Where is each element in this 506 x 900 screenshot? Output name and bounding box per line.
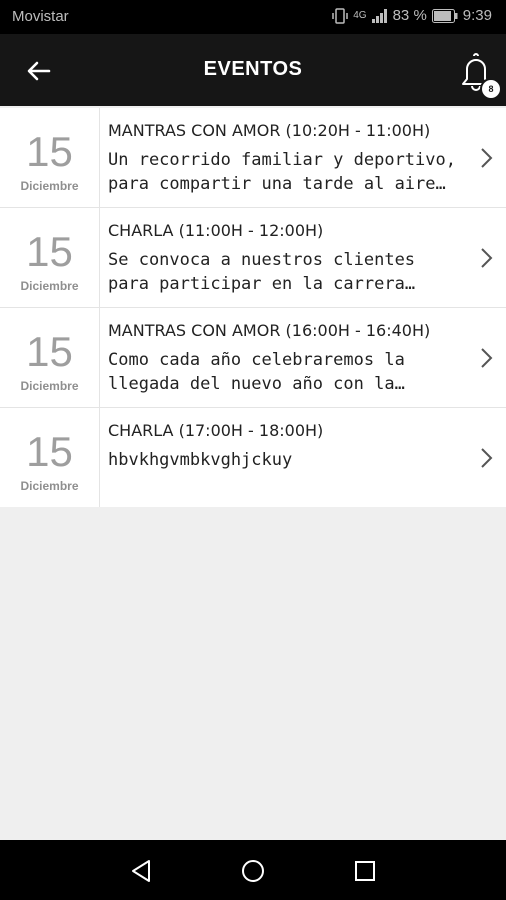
chevron-right-icon: [481, 348, 493, 368]
event-month: Diciembre: [20, 179, 79, 193]
event-title: CHARLA (17:00H - 18:00H): [108, 421, 324, 440]
event-day: 15: [26, 128, 73, 175]
event-description: hbvkhgvmbkvghjckuy: [108, 450, 293, 470]
event-date: 15 Diciembre: [0, 308, 100, 407]
battery-percent: 83 %: [392, 7, 427, 24]
system-nav-bar: [0, 840, 506, 900]
nav-home-button[interactable]: [238, 856, 268, 886]
event-month: Diciembre: [20, 279, 79, 293]
network-type: 4G: [353, 10, 367, 21]
square-recents-icon: [355, 861, 375, 881]
event-day: 15: [26, 428, 73, 475]
chevron-right-icon: [481, 248, 493, 268]
event-row[interactable]: 15 Diciembre MANTRAS CON AMOR (10:20H - …: [0, 108, 506, 208]
event-date: 15 Diciembre: [0, 108, 100, 207]
event-description: Como cada año celebraremos la llegada de…: [108, 350, 405, 394]
chevron-right-icon: [481, 448, 493, 468]
vibrate-icon: [332, 7, 348, 24]
carrier-label: Movistar: [12, 8, 69, 25]
signal-icon: [371, 8, 387, 23]
event-date: 15 Diciembre: [0, 208, 100, 307]
notification-badge: 8: [480, 78, 502, 100]
event-row[interactable]: 15 Diciembre CHARLA (17:00H - 18:00H) hb…: [0, 408, 506, 507]
chevron-right-icon: [481, 148, 493, 168]
clock: 9:39: [462, 7, 492, 24]
status-bar: Movistar 4G 83 % 9:39: [0, 0, 506, 34]
triangle-back-icon: [132, 860, 150, 882]
event-title: CHARLA (11:00H - 12:00H): [108, 221, 324, 240]
event-description: Se convoca a nuestros clientes para part…: [108, 250, 416, 294]
event-day: 15: [26, 228, 73, 275]
event-title: MANTRAS CON AMOR (10:20H - 11:00H): [108, 121, 431, 140]
event-month: Diciembre: [20, 479, 79, 493]
battery-icon: [431, 8, 458, 23]
event-title: MANTRAS CON AMOR (16:00H - 16:40H): [108, 321, 431, 340]
event-date: 15 Diciembre: [0, 408, 100, 507]
nav-recents-button[interactable]: [350, 856, 380, 886]
circle-home-icon: [242, 860, 264, 882]
event-description: Un recorrido familiar y deportivo, para …: [108, 150, 456, 194]
event-day: 15: [26, 328, 73, 375]
nav-back-button[interactable]: [127, 856, 157, 886]
events-list: 15 Diciembre MANTRAS CON AMOR (10:20H - …: [0, 108, 506, 507]
event-row[interactable]: 15 Diciembre CHARLA (11:00H - 12:00H) Se…: [0, 208, 506, 308]
app-bar: EVENTOS 8: [0, 34, 506, 106]
event-row[interactable]: 15 Diciembre MANTRAS CON AMOR (16:00H - …: [0, 308, 506, 408]
page-title: EVENTOS: [203, 58, 303, 80]
event-month: Diciembre: [20, 379, 79, 393]
